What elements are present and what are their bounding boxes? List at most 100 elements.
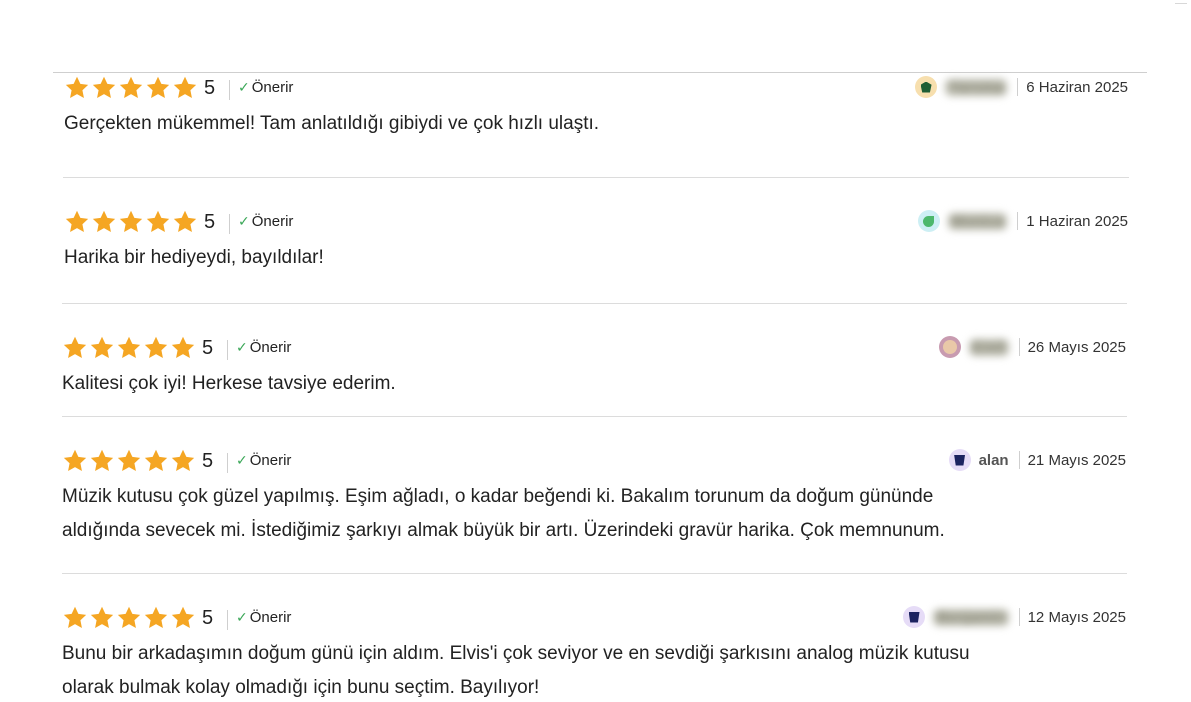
star-rating (62, 335, 197, 361)
star-icon (62, 605, 89, 631)
review-item: 5 ✓ Önerir Yaroma 6 Haziran 2025 Gerçekt… (64, 74, 1128, 178)
avatar[interactable] (938, 336, 961, 358)
star-icon (170, 448, 197, 474)
review-item: 5 ✓ Önerir alan 21 Mayıs 2025 Müzik kutu… (62, 447, 1126, 571)
star-icon (116, 448, 143, 474)
separator (1018, 338, 1020, 356)
avatar[interactable] (948, 449, 971, 471)
recommend-badge: ✓ Önerir (238, 79, 293, 96)
avatar-shape (942, 340, 957, 354)
recommend-badge: ✓ Önerir (236, 609, 291, 626)
review-date: 12 Mayıs 2025 (1027, 608, 1126, 626)
review-text-line: aldığında sevecek mi. İstediğimiz şarkıy… (62, 520, 945, 541)
review-text: Harika bir hediyeydi, bayıldılar! (64, 247, 324, 268)
reviewer-name[interactable]: Emil (968, 338, 1009, 356)
star-icon (145, 209, 172, 235)
separator (227, 610, 228, 630)
reviews-page: 5 ✓ Önerir Yaroma 6 Haziran 2025 Gerçekt… (0, 0, 1191, 702)
reviewer-name[interactable]: Benjamin (933, 608, 1009, 626)
star-icon (62, 335, 89, 361)
review-item: 5 ✓ Önerir Monica 1 Haziran 2025 Harika … (64, 208, 1128, 298)
star-icon (172, 75, 199, 101)
star-rating (62, 605, 197, 631)
review-text: Kalitesi çok iyi! Herkese tavsiye ederim… (62, 373, 396, 394)
review-divider (62, 573, 1127, 574)
recommend-label: Önerir (249, 609, 292, 626)
review-meta: 5 ✓ Önerir Benjamin 12 Mayıs 2025 (62, 604, 1126, 634)
rating-value: 5 (202, 337, 214, 359)
star-icon (143, 605, 170, 631)
rating-value: 5 (204, 77, 216, 99)
separator (229, 214, 230, 234)
reviewer-info: Monica 1 Haziran 2025 (917, 208, 1128, 234)
star-rating (64, 75, 199, 101)
avatar[interactable] (915, 76, 938, 98)
star-rating (62, 448, 197, 474)
rating-value: 5 (202, 607, 214, 629)
review-text-line: olarak bulmak kolay olmadığı için bunu s… (62, 677, 540, 698)
review-divider (62, 416, 1127, 417)
reviewer-name[interactable]: Monica (947, 212, 1008, 230)
separator (227, 340, 228, 360)
star-icon (89, 448, 116, 474)
recommend-label: Önerir (251, 213, 294, 230)
star-icon (170, 605, 197, 631)
star-icon (143, 448, 170, 474)
top-divider (53, 72, 1147, 73)
rating-value: 5 (204, 211, 216, 233)
review-item: 5 ✓ Önerir Emil 26 Mayıs 2025 Kalitesi ç… (62, 334, 1126, 414)
reviewer-name[interactable]: Yaroma (945, 78, 1008, 96)
check-icon: ✓ (238, 213, 250, 229)
recommend-badge: ✓ Önerir (236, 339, 291, 356)
review-date: 26 Mayıs 2025 (1027, 338, 1126, 356)
separator (1017, 78, 1019, 96)
recommend-badge: ✓ Önerir (236, 452, 291, 469)
recommend-badge: ✓ Önerir (238, 213, 293, 230)
review-date: 21 Mayıs 2025 (1027, 451, 1126, 469)
separator (1018, 451, 1020, 469)
reviewer-name[interactable]: alan (979, 452, 1009, 469)
review-text-line: Müzik kutusu çok güzel yapılmış. Eşim ağ… (62, 486, 934, 507)
recommend-label: Önerir (249, 452, 292, 469)
reviewer-info: Benjamin 12 Mayıs 2025 (903, 604, 1126, 630)
reviewer-info: Emil 26 Mayıs 2025 (938, 334, 1126, 360)
recommend-label: Önerir (249, 339, 292, 356)
check-icon: ✓ (236, 609, 248, 625)
review-text-line: Bunu bir arkadaşımın doğum günü için ald… (62, 643, 970, 664)
star-icon (89, 335, 116, 361)
review-item: 5 ✓ Önerir Benjamin 12 Mayıs 2025 Bunu b… (62, 604, 1126, 702)
separator (1018, 608, 1020, 626)
star-icon (91, 75, 118, 101)
avatar[interactable] (917, 210, 940, 232)
star-icon (118, 75, 145, 101)
star-icon (172, 209, 199, 235)
avatar-shape (908, 611, 920, 623)
avatar-shape (954, 454, 966, 466)
review-meta: 5 ✓ Önerir Monica 1 Haziran 2025 (64, 208, 1128, 238)
star-icon (170, 335, 197, 361)
check-icon: ✓ (238, 79, 250, 95)
star-icon (116, 605, 143, 631)
corner-mark (1175, 0, 1187, 4)
star-icon (89, 605, 116, 631)
review-divider (62, 303, 1127, 304)
review-meta: 5 ✓ Önerir Emil 26 Mayıs 2025 (62, 334, 1126, 364)
star-icon (62, 448, 89, 474)
separator (229, 80, 230, 100)
review-date: 6 Haziran 2025 (1026, 78, 1128, 96)
star-icon (64, 209, 91, 235)
star-icon (143, 335, 170, 361)
avatar-shape (923, 215, 935, 227)
review-text: Gerçekten mükemmel! Tam anlatıldığı gibi… (64, 113, 600, 134)
star-icon (64, 75, 91, 101)
check-icon: ✓ (236, 452, 248, 468)
avatar[interactable] (903, 606, 926, 628)
reviewer-info: Yaroma 6 Haziran 2025 (915, 74, 1128, 100)
review-divider (63, 177, 1129, 178)
star-icon (116, 335, 143, 361)
check-icon: ✓ (236, 339, 248, 355)
star-icon (145, 75, 172, 101)
review-date: 1 Haziran 2025 (1026, 212, 1128, 230)
avatar-shape (920, 81, 932, 93)
star-rating (64, 209, 199, 235)
